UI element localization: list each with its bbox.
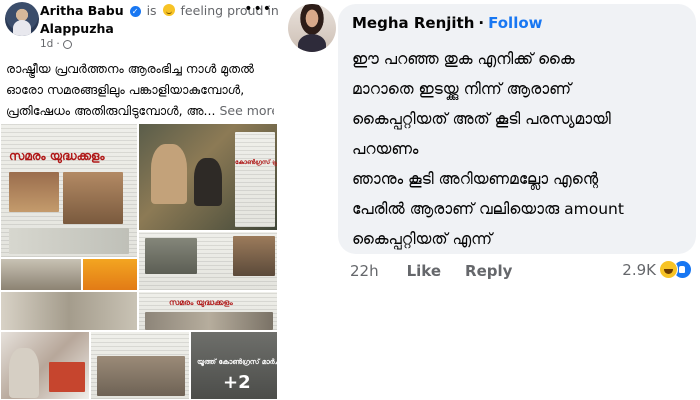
clipping-photo	[63, 172, 123, 224]
post-text-line: പ്രതിഷേധം അതിരുവിടുമ്പോൾ, അ... See more	[6, 100, 274, 121]
photo-tile-hospital[interactable]	[0, 331, 90, 400]
hospital-photo	[9, 348, 39, 398]
protest-photo	[194, 158, 222, 206]
post-header: Aritha Babu ✓ is feeling proud in Alappu…	[5, 2, 279, 50]
reply-button[interactable]: Reply	[465, 262, 512, 280]
comment-line: ഞാനും കൂടി അറിയണമല്ലോ എന്റെ	[352, 170, 599, 188]
like-button[interactable]: Like	[407, 262, 441, 280]
commenter-header: Megha Renjith · Follow	[352, 14, 543, 32]
photo-tile-poster[interactable]	[82, 258, 138, 291]
photo-grid: സമരം യുദ്ധക്കളം കോൺഗ്രസ് പ്രതിഷേധം സമരം …	[0, 123, 278, 400]
photo-tile-newspaper-2[interactable]	[138, 231, 278, 291]
haha-icon	[659, 260, 678, 279]
post-text-line: രാഷ്ട്രീയ പ്രവർത്തനം ആരംഭിച്ച നാൾ മുതൽ	[6, 61, 254, 76]
comment-bubble: Megha Renjith · Follow ഈ പറഞ്ഞ തുക എനിക്ക്…	[338, 4, 696, 254]
clipping-headline: സമരം യുദ്ധക്കളം	[9, 149, 105, 163]
reaction-summary[interactable]: 2.9K	[622, 260, 692, 279]
name-separator: ·	[478, 14, 485, 32]
clipping-photo	[145, 238, 197, 274]
clipping-headline: കോൺഗ്രസ് പ്രതിഷേധം	[235, 159, 278, 166]
post-header-line: Aritha Babu ✓ is feeling proud in	[40, 3, 279, 18]
clipping-headline: യൂത്ത് കോൺഗ്രസ് മാർച്ചിൽ സംഘർഷം	[197, 358, 277, 366]
comment-time[interactable]: 22h	[350, 262, 379, 280]
post-text-line: ഓരോ സമരങ്ങളിലും പങ്കാളിയാകുമ്പോൾ,	[6, 82, 245, 97]
post-location[interactable]: Alappuzha	[40, 21, 114, 36]
facebook-post: Aritha Babu ✓ is feeling proud in Alappu…	[0, 0, 279, 400]
clipping-headline: സമരം യുദ്ധക്കളം	[169, 298, 233, 307]
comment-line: കൈപ്പറ്റിയത് അത് കൂടി പരസ്യമായി	[352, 110, 611, 128]
reaction-count: 2.9K	[622, 260, 656, 279]
comment-line: പറയണം	[352, 140, 419, 158]
clipping-photo	[145, 312, 273, 330]
comment-line: മാറാതെ ഇടയ്ക്കു നിന്ന് ആരാണ്	[352, 80, 572, 98]
photo-tile-crowd-2[interactable]	[0, 291, 138, 331]
comment-card: Megha Renjith · Follow ഈ പറഞ്ഞ തുക എനിക്ക്…	[280, 0, 700, 400]
author-avatar[interactable]	[5, 2, 39, 36]
meta-dot: ·	[56, 38, 60, 50]
verified-badge-icon: ✓	[129, 6, 141, 17]
post-time[interactable]: 1d	[40, 38, 53, 50]
hospital-photo	[49, 362, 85, 392]
clipping-photo	[9, 228, 129, 254]
more-options-icon[interactable]: •••	[244, 1, 272, 17]
see-more-link[interactable]: See more	[219, 103, 274, 118]
comment-text: ഈ പറഞ്ഞ തുക എനിക്ക് കൈ മാറാതെ ഇടയ്ക്കു ന…	[352, 44, 688, 254]
commenter-name[interactable]: Megha Renjith	[352, 14, 474, 32]
clipping-photo	[235, 132, 275, 227]
protest-photo	[151, 144, 187, 204]
photo-tile-newspaper-1[interactable]: സമരം യുദ്ധക്കളം	[0, 123, 138, 258]
clipping-photo	[97, 356, 185, 396]
post-text-line-3: പ്രതിഷേധം അതിരുവിടുമ്പോൾ, അ...	[6, 103, 216, 118]
globe-icon	[62, 39, 72, 49]
photo-tile-more[interactable]: യൂത്ത് കോൺഗ്രസ് മാർച്ചിൽ സംഘർഷം +2	[190, 331, 278, 400]
photo-tile-protest-1[interactable]: കോൺഗ്രസ് പ്രതിഷേധം	[138, 123, 278, 231]
photo-tile-newspaper-4[interactable]: സമരം യുദ്ധക്കളം	[138, 291, 278, 331]
clipping-photo	[9, 172, 59, 212]
post-verb: is	[146, 3, 157, 18]
comment-line: കൈപ്പറ്റിയത് എന്ന്	[352, 230, 493, 248]
comment-line: പേരിൽ ആരാണ് വലിയൊരു amount	[352, 200, 624, 218]
post-meta: 1d ·	[40, 38, 72, 50]
follow-button[interactable]: Follow	[488, 14, 542, 32]
clipping-photo	[233, 236, 275, 276]
photo-tile-newspaper-5[interactable]	[90, 331, 190, 400]
comment-line: ഈ പറഞ്ഞ തുക എനിക്ക് കൈ	[352, 50, 575, 68]
comment-actions: 22h Like Reply	[350, 262, 536, 280]
more-photos-count: +2	[223, 372, 251, 393]
post-author-name[interactable]: Aritha Babu	[40, 3, 124, 18]
photo-tile-crowd[interactable]	[0, 258, 82, 291]
commenter-avatar[interactable]	[288, 4, 336, 52]
proud-emoji-icon	[162, 4, 175, 16]
post-text: രാഷ്ട്രീയ പ്രവർത്തനം ആരംഭിച്ച നാൾ മുതൽ ഓ…	[6, 58, 274, 121]
